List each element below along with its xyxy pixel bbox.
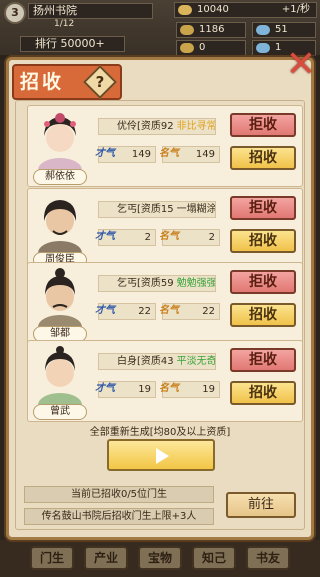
coin-amount: 10040 xyxy=(197,4,229,15)
accept-button[interactable]: 招收 xyxy=(230,229,296,253)
fame-stat: 名气 2 xyxy=(159,229,220,246)
play-icon xyxy=(156,448,169,464)
reject-button[interactable]: 拒收 xyxy=(230,196,296,220)
coin-icon xyxy=(178,5,192,15)
fame-stat: 名气 22 xyxy=(159,303,220,320)
candidate-portrait xyxy=(38,346,82,407)
fame-icon: 名气 xyxy=(159,231,179,242)
candidate-aptitude-tag: 一塌糊涂] xyxy=(176,204,216,215)
scroll-icon xyxy=(180,25,194,35)
fame-icon: 名气 xyxy=(159,148,179,159)
talent-value: 149 xyxy=(131,149,151,160)
candidate-aptitude-tag: 平淡无奇] xyxy=(176,356,216,367)
accept-button[interactable]: 招收 xyxy=(230,381,296,405)
candidate-role: 优伶[资质92 xyxy=(117,121,174,132)
candidate-role: 乞丐[资质59 xyxy=(117,278,174,289)
candidate-name: 郝依依 xyxy=(33,169,87,185)
candidate-info: 乞丐[资质59勉勉强强] xyxy=(98,275,216,292)
talent-stat: 才气 19 xyxy=(95,381,156,398)
help-icon[interactable]: ? xyxy=(94,70,106,94)
dialog-title: 招收 xyxy=(20,71,65,93)
candidate-info: 优伶[资质92非比寻常] xyxy=(98,118,216,135)
close-button[interactable]: ✕ xyxy=(284,47,318,84)
reject-button[interactable]: 拒收 xyxy=(230,113,296,137)
candidate-portrait xyxy=(38,113,82,172)
fame-value: 19 xyxy=(202,384,215,395)
coin-resource[interactable]: 10040 +1/秒 xyxy=(174,2,317,18)
candidate-card: 周俊臣 乞丐[资质15一塌糊涂] 才气2 名气2 拒收 招收 xyxy=(27,188,303,270)
candidate-aptitude-tag: 非比寻常] xyxy=(176,121,216,132)
reject-button[interactable]: 拒收 xyxy=(230,348,296,372)
resource-4[interactable]: 0 xyxy=(176,40,246,56)
reject-button[interactable]: 拒收 xyxy=(230,270,296,294)
resource-5-amount: 1 xyxy=(275,42,282,53)
resource-3[interactable]: 51 xyxy=(252,22,316,38)
fame-icon: 名气 xyxy=(159,305,179,316)
candidate-info: 白身[资质43平淡无奇] xyxy=(98,353,216,370)
city-progress: 1/12 xyxy=(54,19,75,29)
talent-value: 2 xyxy=(144,232,151,243)
fame-icon: 名气 xyxy=(159,383,179,394)
talent-icon: 才气 xyxy=(95,305,115,316)
candidate-role: 白身[资质43 xyxy=(117,356,174,367)
fame-value: 22 xyxy=(202,306,215,317)
fame-value: 2 xyxy=(208,232,215,243)
talent-icon: 才气 xyxy=(95,231,115,242)
rank-display[interactable]: 排行 50000+ xyxy=(20,36,125,52)
capacity-bonus-text: 传名鼓山书院后招收门生上限+3人 xyxy=(24,508,214,525)
regenerate-label: 全部重新生成[均80及以上资质] xyxy=(89,427,231,438)
book-icon xyxy=(256,25,270,35)
candidate-name: 曾武 xyxy=(33,404,87,420)
level-badge[interactable]: 3 xyxy=(4,2,26,24)
candidate-aptitude-tag: 勉勉强强] xyxy=(176,278,216,289)
scroll-icon-2 xyxy=(180,43,194,53)
accept-button[interactable]: 招收 xyxy=(230,146,296,170)
fame-stat: 名气 149 xyxy=(159,146,220,163)
candidate-role: 乞丐[资质15 xyxy=(117,204,174,215)
talent-stat: 才气 2 xyxy=(95,229,156,246)
candidate-portrait xyxy=(38,268,82,329)
candidate-info: 乞丐[资质15一塌糊涂] xyxy=(98,201,216,218)
fame-value: 149 xyxy=(195,149,215,160)
candidate-card: 郝依依 优伶[资质92非比寻常] 才气 149 名气 149 拒收 招收 xyxy=(27,105,303,187)
talent-value: 19 xyxy=(138,384,151,395)
candidate-card: 邹都 乞丐[资质59勉勉强强] 才气22 名气22 拒收 招收 xyxy=(27,262,303,344)
regenerate-button[interactable] xyxy=(107,439,215,471)
coin-rate: +1/秒 xyxy=(281,4,310,15)
book-icon-2 xyxy=(256,43,270,53)
accept-button[interactable]: 招收 xyxy=(230,303,296,327)
resource-2[interactable]: 1186 xyxy=(176,22,246,38)
talent-icon: 才气 xyxy=(95,383,115,394)
candidate-portrait xyxy=(38,200,82,255)
candidate-card: 曾武 白身[资质43平淡无奇] 才气 19 名气 19 拒收 招收 xyxy=(27,340,303,422)
resource-4-amount: 0 xyxy=(199,42,206,53)
fame-stat: 名气 19 xyxy=(159,381,220,398)
talent-value: 22 xyxy=(138,306,151,317)
city-name[interactable]: 扬州书院 xyxy=(28,3,153,19)
resource-2-amount: 1186 xyxy=(199,24,225,35)
talent-icon: 才气 xyxy=(95,148,115,159)
talent-stat: 才气 22 xyxy=(95,303,156,320)
go-button[interactable]: 前往 xyxy=(226,492,296,518)
recruit-status: 当前已招收0/5位门生 xyxy=(24,486,214,503)
resource-3-amount: 51 xyxy=(275,24,288,35)
talent-stat: 才气 149 xyxy=(95,146,156,163)
